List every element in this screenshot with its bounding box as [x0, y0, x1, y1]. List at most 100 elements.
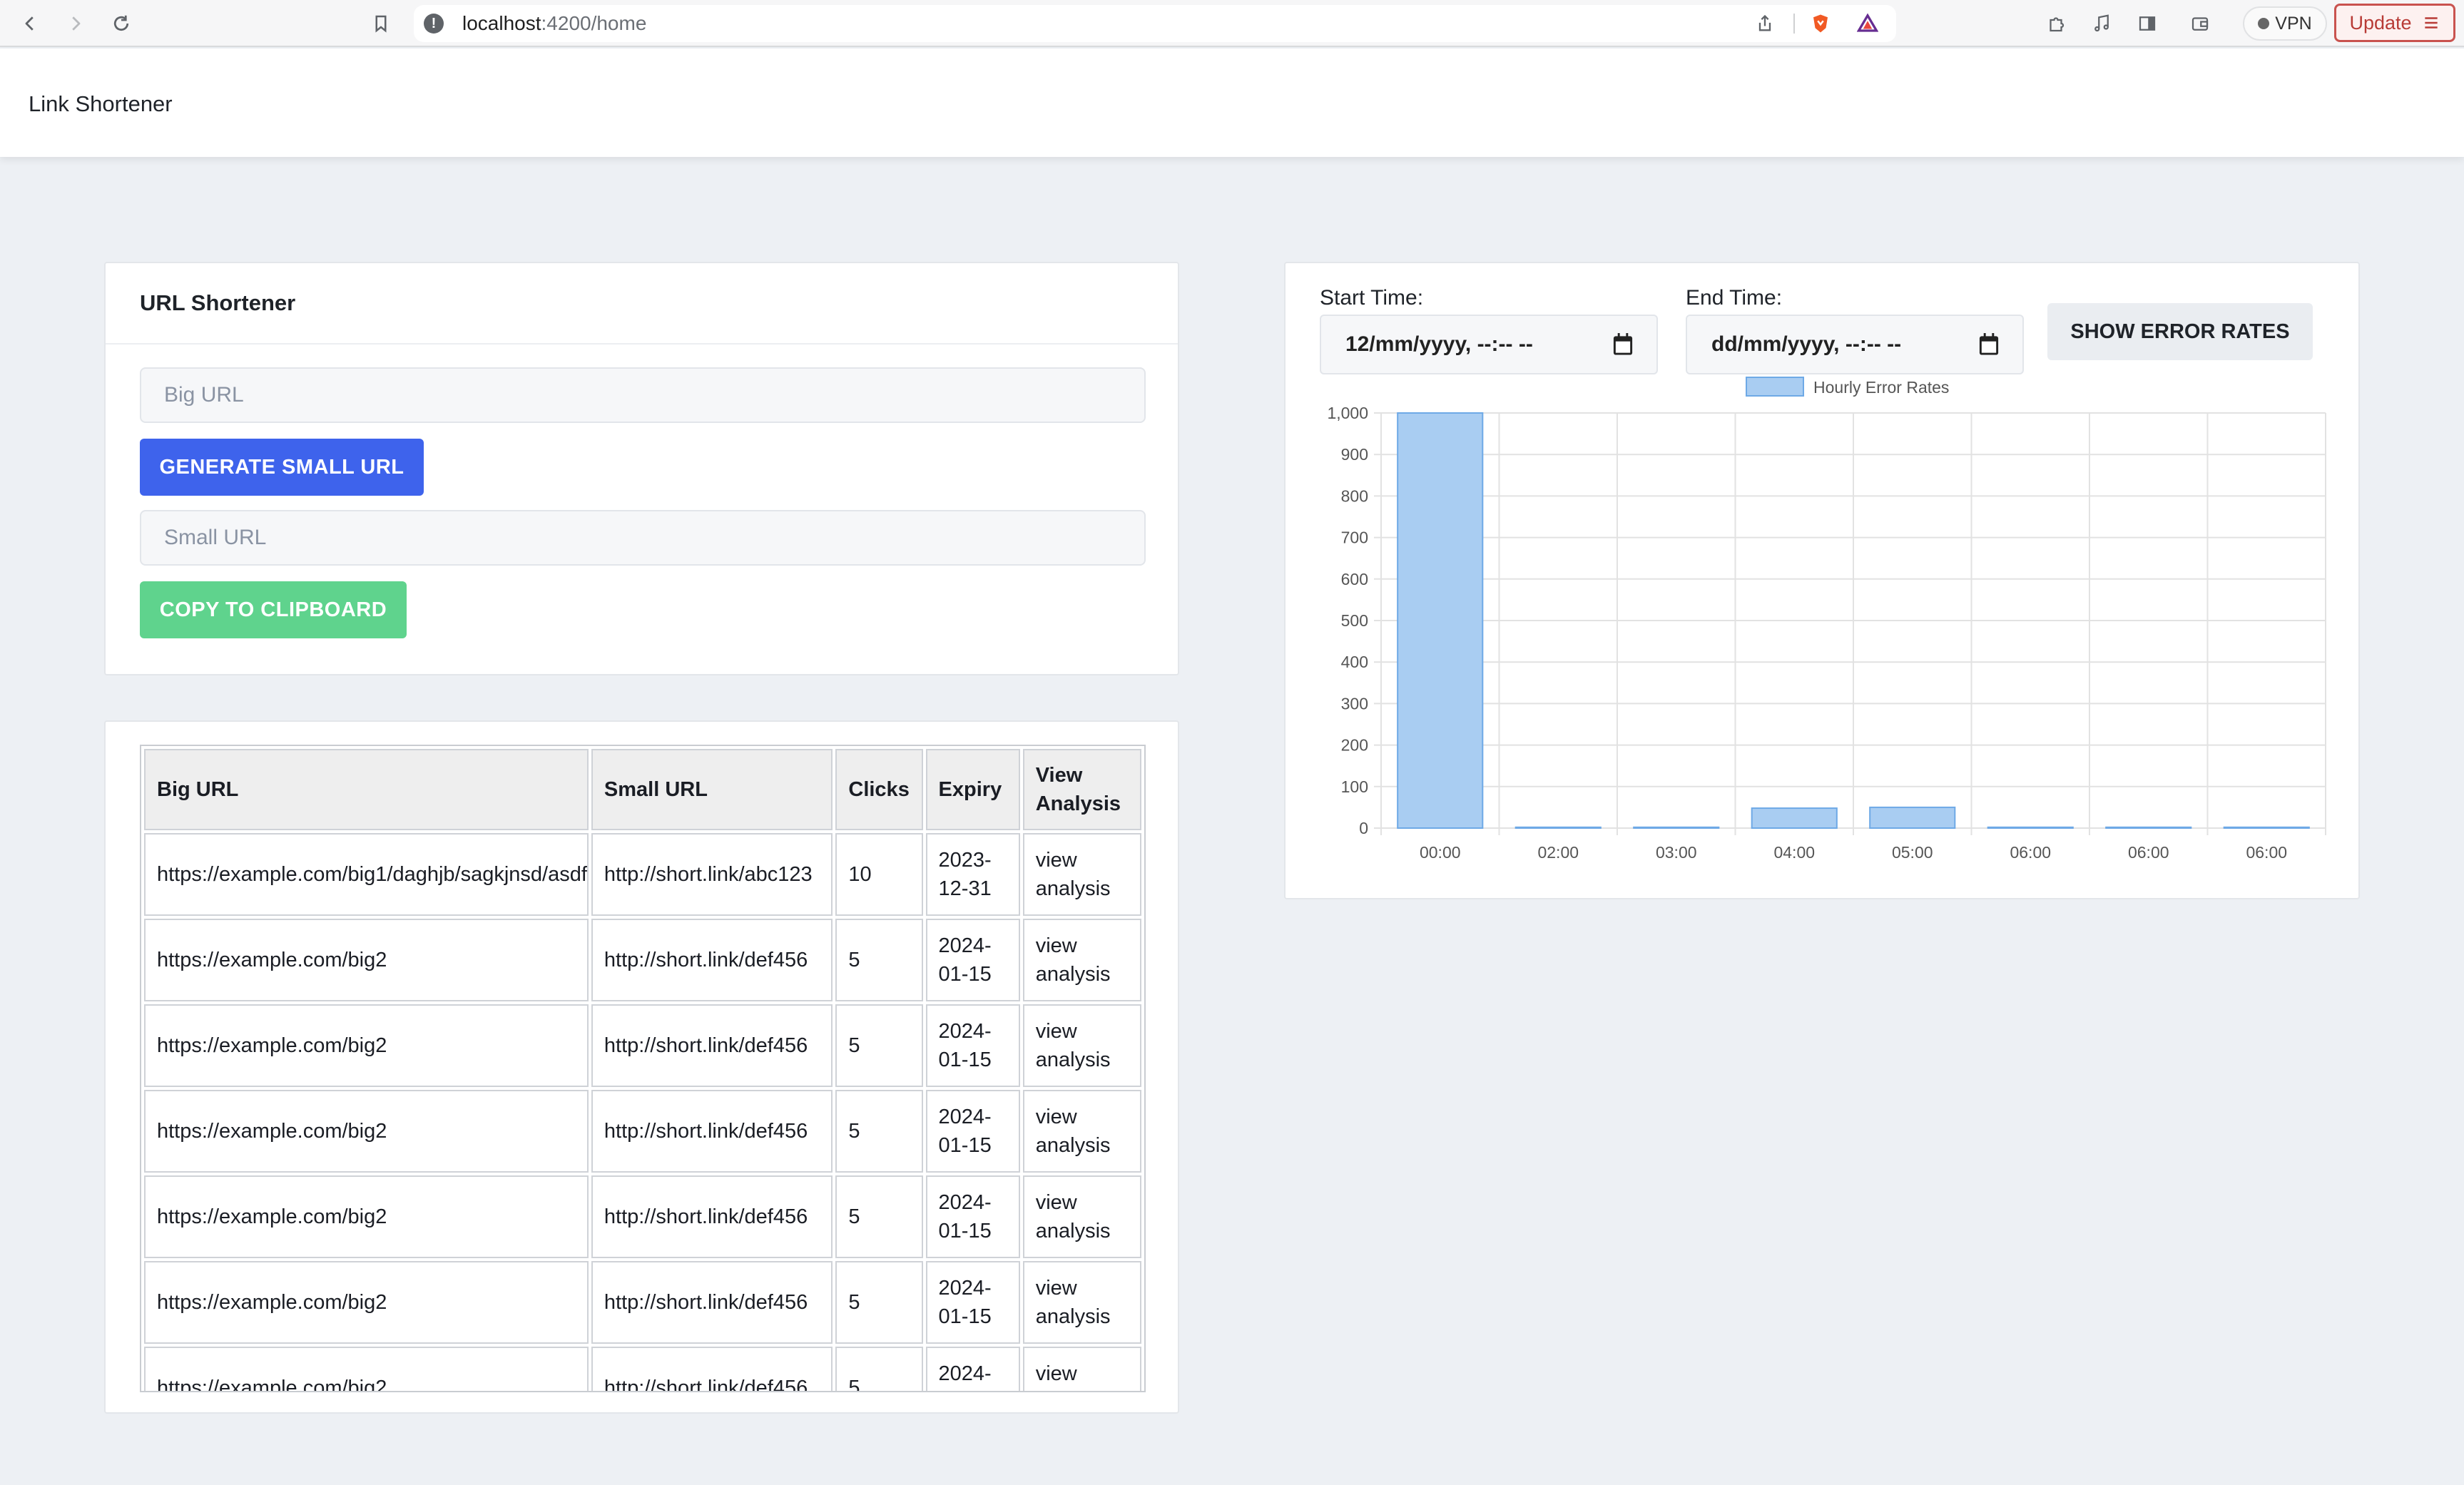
bar	[1514, 826, 1602, 829]
calendar-icon[interactable]	[1978, 333, 2000, 356]
x-tick-label: 05:00	[1892, 843, 1933, 862]
share-icon[interactable]	[1752, 11, 1778, 36]
bar	[1869, 806, 1956, 830]
table-row: https://example.com/big2 http://short.li…	[144, 919, 1141, 1001]
view-analysis-link[interactable]: view analysis	[1022, 833, 1141, 916]
brave-shields-icon[interactable]	[1808, 11, 1833, 36]
bar	[1397, 412, 1484, 829]
table-row: https://example.com/big2 http://short.li…	[144, 1004, 1141, 1087]
url-text: localhost:4200/home	[462, 12, 647, 34]
header-view-analysis: View Analysis	[1022, 749, 1141, 830]
cell-small-url: http://short.link/def456	[591, 1175, 833, 1258]
y-tick-label: 300	[1341, 694, 1368, 713]
card-title: URL Shortener	[140, 290, 296, 315]
cell-small-url: http://short.link/def456	[591, 919, 833, 1001]
bar	[1987, 826, 2074, 829]
update-button[interactable]: Update	[2334, 4, 2455, 42]
address-bar[interactable]: ! localhost:4200/home	[414, 5, 1896, 42]
show-error-rates-button[interactable]: SHOW ERROR RATES	[2047, 303, 2313, 360]
view-analysis-link[interactable]: view analysis	[1022, 1347, 1141, 1391]
x-tick-label: 06:00	[2010, 843, 2051, 862]
start-time-value: 12/mm/yyyy, --:-- --	[1345, 332, 1533, 356]
vpn-status-icon	[2258, 18, 2270, 29]
end-time-value: dd/mm/yyyy, --:-- --	[1711, 332, 1902, 356]
update-label: Update	[2349, 11, 2412, 34]
y-tick-label: 900	[1341, 445, 1368, 464]
copy-to-clipboard-button[interactable]: COPY TO CLIPBOARD	[140, 581, 407, 638]
view-analysis-link[interactable]: view analysis	[1022, 1090, 1141, 1173]
end-time-input[interactable]: dd/mm/yyyy, --:-- --	[1686, 315, 2024, 374]
y-tick-label: 700	[1341, 529, 1368, 547]
cell-small-url: http://short.link/def456	[591, 1261, 833, 1344]
vpn-button[interactable]: VPN	[2243, 6, 2327, 41]
url-shortener-card: URL Shortener Big URL GENERATE SMALL URL…	[104, 262, 1179, 675]
cell-expiry: 2024-01-15	[925, 1004, 1020, 1087]
bar	[1751, 807, 1838, 830]
extensions-icon[interactable]	[2040, 8, 2072, 39]
x-tick-label: 06:00	[2128, 843, 2169, 862]
cell-big-url: https://example.com/big2	[144, 1004, 589, 1087]
end-time-label: End Time:	[1686, 286, 1783, 310]
card-header: URL Shortener	[106, 263, 1178, 345]
forward-icon[interactable]	[60, 8, 91, 39]
cell-expiry: 2024-01-15	[925, 1175, 1020, 1258]
generate-small-url-button[interactable]: GENERATE SMALL URL	[140, 439, 424, 496]
cell-small-url: http://short.link/abc123	[591, 833, 833, 916]
cell-expiry: 2024-01-15	[925, 1090, 1020, 1173]
cell-clicks: 5	[835, 919, 923, 1001]
links-table-card: Big URL Small URL Clicks Expiry View Ana…	[104, 720, 1179, 1414]
view-analysis-link[interactable]: view analysis	[1022, 1004, 1141, 1087]
cell-clicks: 5	[835, 1261, 923, 1344]
app-title: Link Shortener	[29, 91, 173, 116]
table-row: https://example.com/big2 http://short.li…	[144, 1090, 1141, 1173]
sidebar-icon[interactable]	[2132, 8, 2163, 39]
cell-small-url: http://short.link/def456	[591, 1090, 833, 1173]
legend-swatch	[1746, 377, 1804, 397]
cell-clicks: 5	[835, 1347, 923, 1391]
big-url-input[interactable]: Big URL	[140, 367, 1146, 423]
cell-expiry: 2024-01-15	[925, 1347, 1020, 1391]
address-divider	[1793, 14, 1795, 34]
view-analysis-link[interactable]: view analysis	[1022, 1261, 1141, 1344]
view-analysis-link[interactable]: view analysis	[1022, 1175, 1141, 1258]
header-expiry: Expiry	[925, 749, 1020, 830]
cell-clicks: 5	[835, 1090, 923, 1173]
header-clicks: Clicks	[835, 749, 923, 830]
brave-rewards-icon[interactable]	[1855, 11, 1880, 36]
site-info-icon[interactable]: !	[424, 14, 444, 34]
calendar-icon[interactable]	[1612, 333, 1634, 356]
wallet-icon[interactable]	[2184, 8, 2216, 39]
header-big-url: Big URL	[144, 749, 589, 830]
small-url-input[interactable]: Small URL	[140, 510, 1146, 566]
cell-small-url: http://short.link/def456	[591, 1347, 833, 1391]
view-analysis-link[interactable]: view analysis	[1022, 919, 1141, 1001]
y-tick-label: 400	[1341, 653, 1368, 671]
y-tick-label: 500	[1341, 611, 1368, 630]
media-icon[interactable]	[2086, 8, 2117, 39]
links-table-scroll[interactable]: Big URL Small URL Clicks Expiry View Ana…	[140, 745, 1146, 1392]
browser-toolbar: ! localhost:4200/home VPN Update	[0, 0, 2464, 47]
error-rates-card: Start Time: 12/mm/yyyy, --:-- -- End Tim…	[1284, 262, 2360, 899]
reload-icon[interactable]	[106, 8, 137, 39]
cell-clicks: 10	[835, 833, 923, 916]
bookmark-icon[interactable]	[365, 8, 397, 39]
header-small-url: Small URL	[591, 749, 833, 830]
table-row: https://example.com/big2 http://short.li…	[144, 1261, 1141, 1344]
y-tick-label: 200	[1341, 736, 1368, 755]
cell-clicks: 5	[835, 1175, 923, 1258]
back-icon[interactable]	[14, 8, 46, 39]
start-time-label: Start Time:	[1320, 286, 1424, 310]
start-time-input[interactable]: 12/mm/yyyy, --:-- --	[1320, 315, 1658, 374]
x-tick-label: 02:00	[1537, 843, 1579, 862]
cell-expiry: 2023-12-31	[925, 833, 1020, 916]
x-tick-label: 04:00	[1773, 843, 1815, 862]
cell-big-url: https://example.com/big2	[144, 1261, 589, 1344]
y-tick-label: 1,000	[1327, 404, 1368, 422]
table-row: https://example.com/big2 http://short.li…	[144, 1347, 1141, 1391]
links-table: Big URL Small URL Clicks Expiry View Ana…	[141, 746, 1144, 1391]
hourly-error-rates-chart: 0 100 200 300 400 500 600 700 800 900 1,000 00:00 02…	[1327, 377, 2326, 862]
cell-small-url: http://short.link/def456	[591, 1004, 833, 1087]
table-header-row: Big URL Small URL Clicks Expiry View Ana…	[144, 749, 1141, 830]
x-tick-label: 06:00	[2246, 843, 2287, 862]
y-tick-label: 0	[1359, 819, 1368, 837]
